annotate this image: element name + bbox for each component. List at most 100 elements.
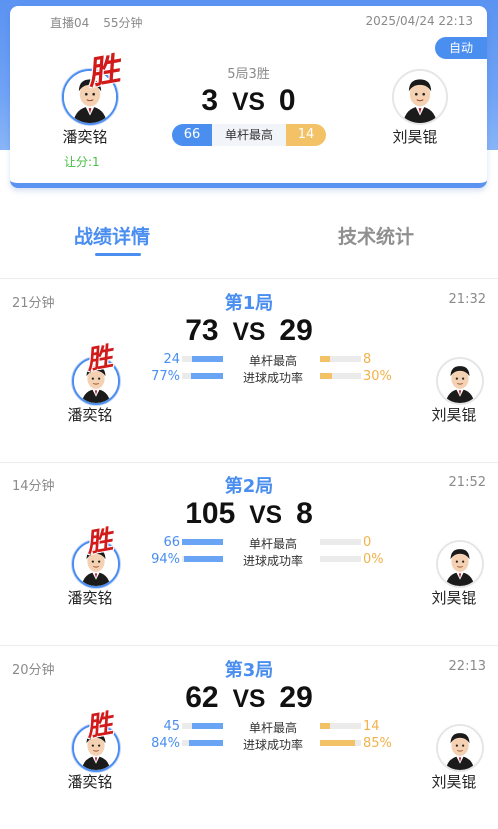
tab-technical-stats[interactable]: 技术统计 (338, 222, 414, 249)
stat-row-highest-break: 45 单杆最高 14 (0, 719, 498, 735)
stat-left-value: 94% (151, 552, 180, 567)
frame-card[interactable]: 14分钟 第2局 21:52 105 VS 8 66 单杆最高 0 94% 进球成功… (0, 463, 498, 645)
right-player-avatar[interactable] (436, 540, 484, 588)
handicap-label: 让分:1 (64, 155, 100, 169)
highest-break-right: 14 (286, 124, 326, 146)
frame-end-time: 22:13 (448, 659, 486, 674)
vs-label: VS (249, 502, 283, 529)
frame-score: 62 VS 29 (0, 681, 498, 715)
stat-left-value: 84% (151, 736, 180, 751)
bar-fill (184, 556, 223, 562)
score-right: 8 (296, 497, 313, 530)
divider (0, 278, 498, 279)
player-avatar-icon (438, 726, 482, 770)
stat-right-value: 85% (363, 736, 392, 751)
score-left: 105 (185, 497, 236, 530)
stat-right-value: 30% (363, 369, 392, 384)
bar-fill (320, 373, 333, 379)
bar-fill (320, 740, 355, 746)
stat-row-highest-break: 66 单杆最高 0 (0, 535, 498, 551)
right-player-name: 刘昊锟 (431, 773, 477, 791)
frame-end-time: 21:52 (448, 475, 486, 490)
frame-title: 第1局 (224, 293, 274, 314)
stat-left-bar (182, 539, 223, 545)
bar-fill (191, 373, 223, 379)
frame-end-time: 21:32 (448, 292, 486, 307)
left-player-name[interactable]: 潘奕铭 (40, 126, 130, 147)
tab-bar: 战绩详情 技术统计 (0, 222, 498, 262)
frame-card[interactable]: 21分钟 第1局 21:32 73 VS 29 24 单杆最高 8 77% 进球成功… (0, 280, 498, 462)
divider (0, 645, 498, 646)
right-player-name[interactable]: 刘昊锟 (370, 126, 460, 147)
score-left: 73 (185, 314, 219, 347)
vs-label: VS (232, 686, 266, 713)
match-score: 3 VS 0 (10, 84, 487, 118)
right-player-name: 刘昊锟 (431, 589, 477, 607)
stat-right-bar (320, 373, 361, 379)
match-datetime: 2025/04/24 22:13 (365, 14, 473, 28)
stat-label: 单杆最高 (248, 721, 297, 735)
bar-fill (192, 356, 223, 362)
highest-break-label: 单杆最高 (212, 124, 286, 146)
player-avatar-icon (438, 359, 482, 403)
bar-fill (182, 539, 223, 545)
frame-score: 73 VS 29 (0, 314, 498, 348)
stat-right-value: 0 (363, 535, 372, 550)
stat-right-bar (320, 556, 361, 562)
stat-left-value: 45 (163, 719, 180, 734)
score-left: 3 (201, 84, 219, 117)
stat-left-bar (182, 740, 223, 746)
match-summary-card: 直播0455分钟 2025/04/24 22:13 自动 胜 潘奕铭 让分:1 (10, 6, 487, 188)
highest-break-summary: 66 单杆最高 14 (172, 124, 326, 146)
frame-title: 第3局 (224, 660, 274, 681)
frame-card[interactable]: 20分钟 第3局 22:13 62 VS 29 45 单杆最高 14 84% 进球成… (0, 647, 498, 829)
stat-left-bar (182, 556, 223, 562)
match-format: 5局3胜 (227, 67, 270, 82)
left-player-name: 潘奕铭 (67, 773, 113, 791)
stat-left-bar (182, 373, 223, 379)
tab-match-details[interactable]: 战绩详情 (74, 222, 150, 249)
frame-score: 105 VS 8 (0, 497, 498, 531)
stat-right-value: 14 (363, 719, 380, 734)
score-right: 29 (279, 314, 313, 347)
stat-row-highest-break: 24 单杆最高 8 (0, 352, 498, 368)
bar-fill (188, 740, 223, 746)
stat-left-value: 77% (151, 369, 180, 384)
auto-mode-badge[interactable]: 自动 (435, 37, 487, 59)
vs-label: VS (232, 319, 266, 346)
match-meta: 直播04 55分钟 2025/04/24 22:13 (10, 12, 487, 32)
vs-label: VS (232, 89, 265, 116)
stat-label: 进球成功率 (242, 371, 303, 385)
score-right: 29 (279, 681, 313, 714)
room-label: 直播04 (50, 16, 90, 30)
score-left: 62 (185, 681, 219, 714)
bar-fill (320, 356, 331, 362)
stat-left-value: 66 (163, 535, 180, 550)
stat-label: 单杆最高 (248, 354, 297, 368)
match-duration: 55分钟 (103, 16, 143, 30)
right-player-name: 刘昊锟 (431, 406, 477, 424)
stat-right-bar (320, 723, 361, 729)
frame-title: 第2局 (224, 476, 274, 497)
stat-label: 进球成功率 (242, 554, 303, 568)
score-right: 0 (278, 84, 296, 117)
stat-label: 进球成功率 (242, 738, 303, 752)
active-tab-indicator (95, 253, 141, 256)
stat-label: 单杆最高 (248, 537, 297, 551)
highest-break-left: 66 (172, 124, 212, 146)
stat-right-bar (320, 356, 361, 362)
bar-fill (320, 723, 330, 729)
bar-fill (191, 723, 223, 729)
stat-right-bar (320, 539, 361, 545)
stat-left-bar (182, 723, 223, 729)
stat-left-bar (182, 356, 223, 362)
left-player-name: 潘奕铭 (67, 589, 113, 607)
right-player-avatar[interactable] (436, 724, 484, 772)
player-avatar-icon (438, 542, 482, 586)
stat-right-value: 8 (363, 352, 372, 367)
stat-left-value: 24 (163, 352, 180, 367)
left-player-name: 潘奕铭 (67, 406, 113, 424)
stat-right-value: 0% (363, 552, 384, 567)
right-player-avatar[interactable] (436, 357, 484, 405)
stat-right-bar (320, 740, 361, 746)
